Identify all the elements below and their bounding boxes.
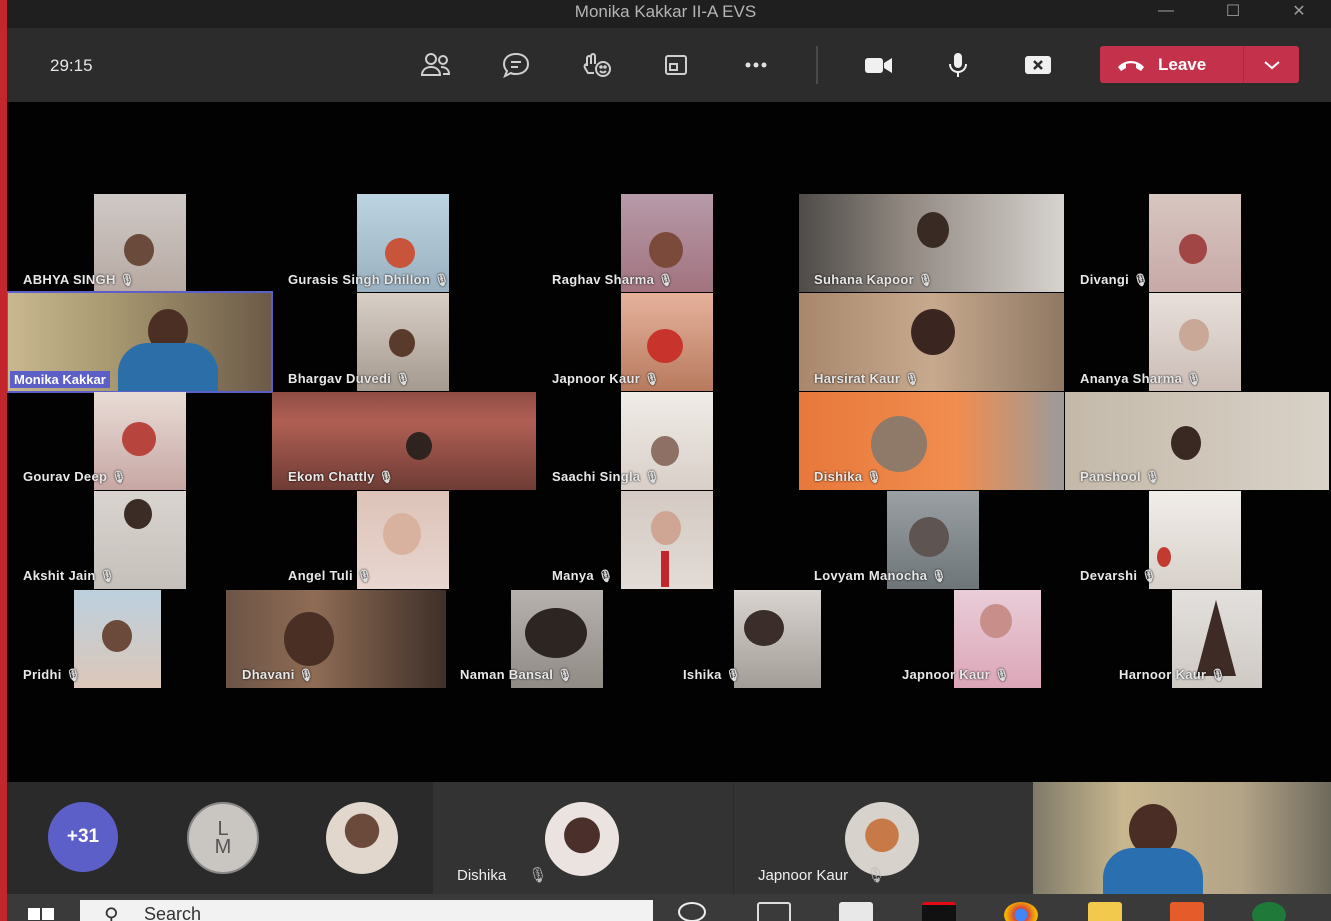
- window-edge: [0, 0, 7, 921]
- netflix-icon[interactable]: [922, 902, 956, 921]
- participant-label-0: ABHYA SINGH 🎙: [23, 272, 136, 287]
- mic-off-icon: 🎙: [528, 867, 548, 884]
- microphone-icon[interactable]: [936, 44, 980, 86]
- participant-label-18: Lovyam Manocha 🎙: [814, 568, 947, 583]
- participant-label-19: Devarshi 🎙: [1080, 568, 1157, 583]
- mic-off-icon: 🎙: [644, 372, 660, 386]
- mic-off-icon: 🎙: [378, 470, 395, 484]
- mic-off-icon: 🎙: [866, 867, 886, 884]
- maximize-button[interactable]: ☐: [1210, 0, 1256, 22]
- store-icon[interactable]: [839, 902, 873, 921]
- meeting-timer: 29:15: [50, 56, 93, 75]
- participant-label-7: Japnoor Kaur 🎙: [552, 371, 660, 386]
- mic-off-icon: 🎙: [65, 668, 82, 682]
- avatar-initials[interactable]: L M: [187, 802, 259, 874]
- participant-tile-self[interactable]: Monika Kakkar: [6, 291, 273, 393]
- participant-label-6: Bhargav Duvedi 🎙: [288, 371, 411, 386]
- participant-label-16: Angel Tuli 🎙: [288, 568, 373, 583]
- mic-off-icon: 🎙: [395, 372, 411, 386]
- participants-icon[interactable]: [414, 44, 458, 86]
- mic-off-icon: 🎙: [298, 668, 315, 682]
- mic-off-icon: 🎙: [434, 273, 450, 287]
- mic-off-icon: 🎙: [1210, 668, 1226, 682]
- self-preview-video[interactable]: [1033, 782, 1331, 894]
- participant-label-1: Gurasis Singh Dhillon 🎙: [288, 272, 450, 287]
- participant-label-25: Harnoor Kaur 🎙: [1119, 667, 1226, 682]
- participant-label-9: Ananya Sharma 🎙: [1080, 371, 1202, 386]
- participant-label-3: Suhana Kapoor 🎙: [814, 272, 934, 287]
- participant-label-14: Panshool 🎙: [1080, 469, 1161, 484]
- reactions-icon[interactable]: [574, 44, 618, 86]
- mic-off-icon: 🎙: [557, 668, 573, 682]
- participant-label-10: Gourav Deep 🎙: [23, 469, 127, 484]
- minimize-button[interactable]: —: [1143, 0, 1189, 22]
- windows-start-icon[interactable]: [28, 908, 54, 921]
- mic-off-icon: 🎙: [994, 668, 1010, 682]
- participant-label-11: Ekom Chattly 🎙: [288, 469, 395, 484]
- mic-off-icon: 🎙: [931, 569, 947, 583]
- participant-strip: +31 L M Dishika 🎙 Japnoor Kaur 🎙: [7, 782, 1331, 894]
- participant-label-22: Naman Bansal 🎙: [460, 667, 573, 682]
- powerpoint-icon[interactable]: [1170, 902, 1204, 921]
- leave-label: Leave: [1158, 54, 1207, 74]
- share-screen-icon[interactable]: [1016, 44, 1060, 86]
- mic-off-icon: 🎙: [111, 470, 127, 484]
- chat-icon[interactable]: [494, 44, 538, 86]
- avatar[interactable]: [326, 802, 398, 874]
- more-actions-icon[interactable]: [734, 44, 778, 86]
- mic-off-icon: 🎙: [1141, 569, 1157, 583]
- participant-label-12: Saachi Singla 🎙: [552, 469, 660, 484]
- mic-off-icon: 🎙: [356, 569, 373, 583]
- task-view-icon[interactable]: [757, 902, 791, 921]
- participant-label-13: Dishika 🎙: [814, 469, 882, 484]
- title-bar: Monika Kakkar II-A EVS — ☐ ✕: [0, 0, 1331, 28]
- mic-off-icon: 🎙: [1144, 470, 1161, 484]
- mic-off-icon: 🎙: [904, 372, 920, 386]
- hang-up-icon: [1118, 60, 1144, 71]
- window-title: Monika Kakkar II-A EVS: [574, 2, 757, 21]
- video-grid: ABHYA SINGH 🎙 Gurasis Singh Dhillon 🎙 Ragh…: [6, 102, 1331, 782]
- mic-off-icon: 🎙: [1186, 372, 1202, 386]
- participant-label-8: Harsirat Kaur 🎙: [814, 371, 920, 386]
- participant-label-24: Japnoor Kaur 🎙: [902, 667, 1010, 682]
- mic-off-icon: 🎙: [917, 273, 934, 287]
- mic-off-icon: 🎙: [119, 273, 136, 287]
- more-participants-button[interactable]: +31: [48, 802, 118, 872]
- mic-off-icon: 🎙: [1133, 273, 1149, 287]
- avatar-dishika: [545, 802, 619, 876]
- app-icon[interactable]: [1252, 902, 1286, 921]
- chrome-icon[interactable]: [1004, 902, 1038, 921]
- mic-off-icon: 🎙: [99, 569, 116, 583]
- participant-label-21: Dhavani 🎙: [242, 667, 315, 682]
- close-window-button[interactable]: ✕: [1276, 0, 1322, 22]
- search-icon: ⚲: [104, 905, 119, 921]
- participant-label-5: Monika Kakkar: [10, 371, 110, 388]
- mic-off-icon: 🎙: [644, 470, 660, 484]
- mic-off-icon: 🎙: [597, 569, 614, 583]
- participant-label-2: Raghav Sharma 🎙: [552, 272, 674, 287]
- strip-name-dishika: Dishika 🎙: [457, 867, 548, 884]
- participant-label-23: Ishika 🎙: [683, 667, 742, 682]
- share-tray-icon[interactable]: [654, 44, 698, 86]
- avatar-japnoor: [845, 802, 919, 876]
- participant-label-17: Manya 🎙: [552, 568, 614, 583]
- os-taskbar: ⚲ Search: [0, 894, 1331, 921]
- camera-icon[interactable]: [856, 44, 900, 86]
- toolbar-divider: [816, 46, 818, 84]
- file-explorer-icon[interactable]: [1088, 902, 1122, 921]
- cortana-icon[interactable]: [678, 902, 706, 921]
- strip-name-japnoor: Japnoor Kaur 🎙: [758, 867, 886, 884]
- participant-label-15: Akshit Jain 🎙: [23, 568, 116, 583]
- taskbar-search-input[interactable]: ⚲ Search: [80, 900, 653, 921]
- leave-button[interactable]: Leave: [1100, 46, 1299, 83]
- mic-off-icon: 🎙: [866, 470, 882, 484]
- mic-off-icon: 🎙: [658, 273, 674, 287]
- leave-main[interactable]: Leave: [1100, 46, 1243, 83]
- mic-off-icon: 🎙: [725, 668, 742, 682]
- participant-label-20: Pridhi 🎙: [23, 667, 82, 682]
- meeting-toolbar: 29:15 Leave: [0, 28, 1331, 102]
- participant-label-4: Divangi 🎙: [1080, 272, 1149, 287]
- leave-options-chevron-icon[interactable]: [1244, 60, 1299, 70]
